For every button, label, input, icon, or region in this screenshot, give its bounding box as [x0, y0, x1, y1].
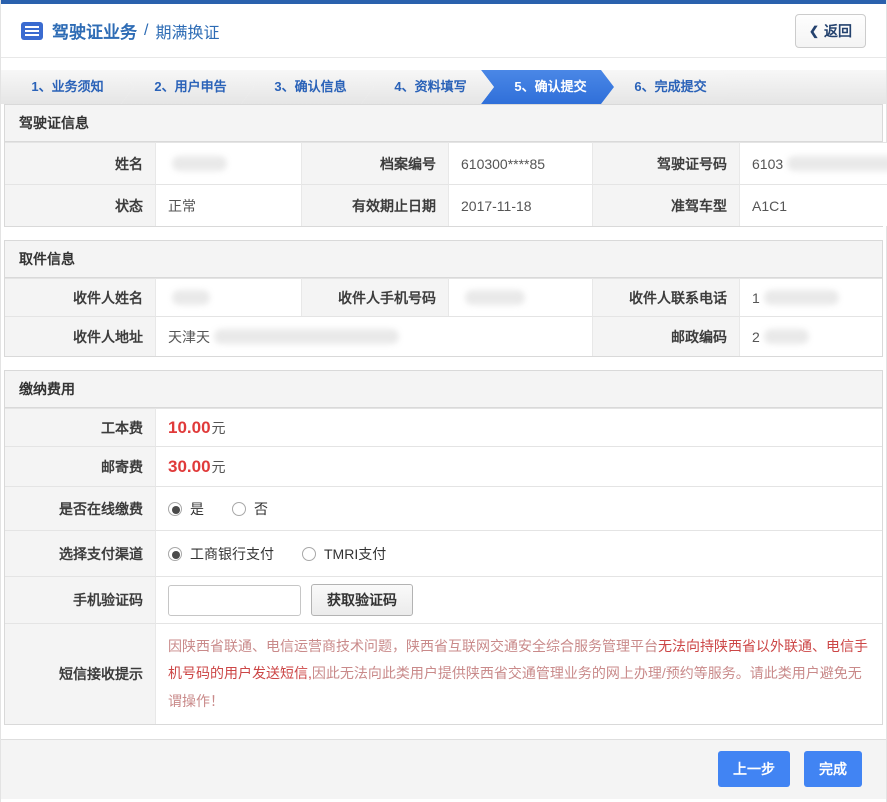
redacted-postal-code: [763, 329, 809, 344]
field-label-sms-code: 手机验证码: [5, 576, 155, 623]
radio-no-icon[interactable]: [232, 501, 246, 516]
sms-notice-text: 因陕西省联通、电信运营商技术问题，陕西省互联网交通安全综合服务管理平台无法向持陕…: [168, 633, 868, 715]
document-list-icon: [21, 21, 43, 40]
radio-tmri-label: TMRI支付: [324, 545, 387, 562]
redacted-recipient-mobile: [465, 290, 525, 305]
field-label-vehicle-class: 准驾车型: [592, 184, 739, 226]
pickup-section-title: 取件信息: [5, 241, 882, 278]
field-label-postal-code: 邮政编码: [592, 316, 739, 356]
postage-fee-unit: 元: [211, 458, 226, 475]
field-value-name: [155, 142, 301, 184]
breadcrumb-separator: /: [144, 21, 149, 39]
field-label-recipient-name: 收件人姓名: [5, 278, 155, 316]
field-label-license-number: 驾驶证号码: [592, 142, 739, 184]
radio-icbc-icon[interactable]: [168, 546, 182, 561]
field-value-postage-fee: 30.00 元: [155, 446, 882, 486]
field-label-status: 状态: [5, 184, 155, 226]
radio-tmri-icon[interactable]: [302, 546, 316, 561]
step-2-user-declaration: 2、用户申告: [121, 70, 254, 104]
field-label-recipient-mobile: 收件人手机号码: [301, 278, 448, 316]
payment-table: 工本费 10.00 元 邮寄费 30.00 元 是否在线缴费 是 否 选择支付渠…: [5, 408, 882, 724]
redacted-recipient-phone: [763, 290, 839, 305]
license-info-table: 姓名 档案编号 610300****85 驾驶证号码 6103 状态 正常 有效…: [5, 142, 887, 226]
field-value-recipient-phone: 1: [739, 278, 882, 316]
field-value-sms-code: 获取验证码: [155, 576, 882, 623]
field-value-status: 正常: [155, 184, 301, 226]
field-label-name: 姓名: [5, 142, 155, 184]
sms-code-input[interactable]: [168, 584, 301, 616]
step-6-complete-submit: 6、完成提交: [601, 70, 734, 104]
radio-no-label: 否: [254, 500, 268, 517]
license-section-title: 驾驶证信息: [5, 105, 882, 142]
header: 驾驶证业务 / 期满换证 ❮ 返回: [1, 4, 886, 58]
payment-section-title: 缴纳费用: [5, 371, 882, 408]
redacted-license-number: [787, 156, 887, 171]
finish-button[interactable]: 完成: [804, 751, 862, 788]
pickup-info-table: 收件人姓名 收件人手机号码 收件人联系电话 1 收件人地址 天津天 邮政编码 2: [5, 278, 882, 356]
radio-option-icbc[interactable]: 工商银行支付: [168, 544, 274, 564]
page-bottom-spacer: [1, 798, 886, 802]
redacted-recipient-name: [172, 290, 210, 305]
radio-yes-icon[interactable]: [168, 501, 182, 516]
field-label-recipient-address: 收件人地址: [5, 316, 155, 356]
redacted-recipient-address: [214, 329, 399, 344]
field-value-vehicle-class: A1C1: [739, 184, 887, 226]
step-bar-filler: [721, 70, 886, 104]
radio-option-yes[interactable]: 是: [168, 499, 204, 519]
radio-option-no[interactable]: 否: [232, 499, 268, 519]
field-value-payment-channel: 工商银行支付 TMRI支付: [155, 530, 882, 576]
field-value-production-fee: 10.00 元: [155, 408, 882, 446]
payment-section: 缴纳费用 工本费 10.00 元 邮寄费 30.00 元 是否在线缴费 是 否: [4, 370, 883, 725]
field-value-online-payment: 是 否: [155, 486, 882, 530]
field-value-valid-until: 2017-11-18: [448, 184, 592, 226]
step-1-business-notice: 1、业务须知: [1, 70, 134, 104]
page: 驾驶证业务 / 期满换证 ❮ 返回 1、业务须知 2、用户申告 3、确认信息 4…: [0, 0, 887, 802]
field-label-postage-fee: 邮寄费: [5, 446, 155, 486]
footer-action-bar: 上一步 完成: [1, 738, 886, 799]
field-label-production-fee: 工本费: [5, 408, 155, 446]
pickup-info-section: 取件信息 收件人姓名 收件人手机号码 收件人联系电话 1 收件人地址 天津天 邮…: [4, 240, 883, 357]
license-info-section: 驾驶证信息 姓名 档案编号 610300****85 驾驶证号码 6103 状态…: [4, 104, 887, 227]
step-3-confirm-info: 3、确认信息: [241, 70, 374, 104]
step-4-fill-materials: 4、资料填写: [361, 70, 494, 104]
postage-fee-amount: 30.00: [168, 456, 211, 476]
step-wizard: 1、业务须知 2、用户申告 3、确认信息 4、资料填写 5、确认提交 6、完成提…: [1, 70, 886, 104]
field-value-sms-notice: 因陕西省联通、电信运营商技术问题，陕西省互联网交通安全综合服务管理平台无法向持陕…: [155, 623, 882, 724]
production-fee-unit: 元: [211, 419, 226, 436]
field-label-recipient-phone: 收件人联系电话: [592, 278, 739, 316]
field-label-valid-until: 有效期止日期: [301, 184, 448, 226]
get-sms-code-button[interactable]: 获取验证码: [311, 584, 413, 616]
field-value-recipient-mobile: [448, 278, 592, 316]
field-value-postal-code: 2: [739, 316, 882, 356]
production-fee-amount: 10.00: [168, 417, 211, 437]
back-chevron-icon: ❮: [808, 23, 819, 38]
back-button[interactable]: ❮ 返回: [794, 13, 866, 48]
field-value-recipient-address: 天津天: [155, 316, 592, 356]
redacted-name-value: [172, 156, 227, 171]
step-5-confirm-submit: 5、确认提交: [481, 70, 614, 104]
field-value-license-number: 6103: [739, 142, 887, 184]
back-button-label: 返回: [824, 22, 852, 39]
field-label-sms-notice: 短信接收提示: [5, 623, 155, 724]
field-label-online-payment: 是否在线缴费: [5, 486, 155, 530]
notice-text-part-1: 因陕西省联通、电信运营商技术问题，陕西省互联网交通安全综合服务管理平台: [168, 638, 658, 654]
page-title: 驾驶证业务: [52, 23, 137, 42]
field-label-payment-channel: 选择支付渠道: [5, 530, 155, 576]
field-value-recipient-name: [155, 278, 301, 316]
page-subtitle: 期满换证: [155, 24, 220, 42]
radio-yes-label: 是: [190, 500, 204, 517]
radio-option-tmri[interactable]: TMRI支付: [302, 544, 386, 564]
radio-icbc-label: 工商银行支付: [190, 545, 274, 562]
field-value-file-number: 610300****85: [448, 142, 592, 184]
previous-step-button[interactable]: 上一步: [718, 751, 790, 788]
field-label-file-number: 档案编号: [301, 142, 448, 184]
